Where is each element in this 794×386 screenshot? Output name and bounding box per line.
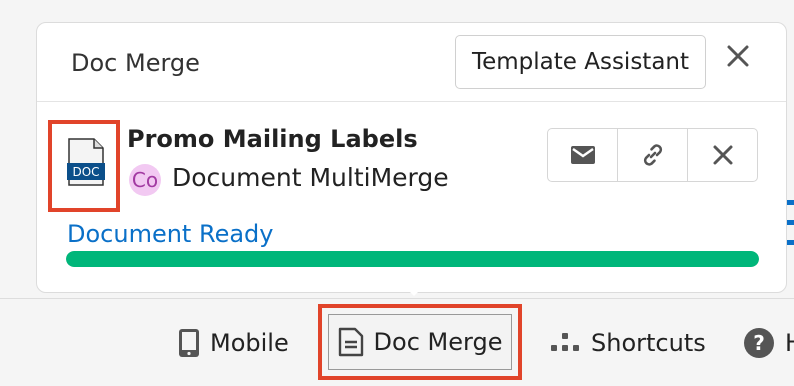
close-icon[interactable] — [725, 43, 751, 69]
footer-bar: Mobile Doc Merge Shortcuts ? — [0, 298, 794, 386]
doc-file-icon-highlight[interactable]: DOC — [48, 120, 120, 212]
footer-mobile-label: Mobile — [210, 329, 289, 357]
link-icon[interactable] — [618, 129, 688, 181]
file-badge: DOC — [72, 165, 99, 179]
svg-text:?: ? — [753, 331, 765, 355]
shortcuts-icon — [549, 331, 581, 355]
edge-fragment — [787, 200, 794, 245]
doc-merge-panel: Doc Merge Template Assistant DOC Promo M… — [36, 22, 787, 293]
footer-docmerge-highlight[interactable]: Doc Merge — [318, 304, 522, 380]
email-icon[interactable] — [548, 129, 618, 181]
remove-icon[interactable] — [688, 129, 757, 181]
footer-help-label: H — [785, 329, 794, 357]
footer-docmerge-button[interactable]: Doc Merge — [328, 314, 512, 370]
help-icon: ? — [743, 327, 775, 359]
template-assistant-button[interactable]: Template Assistant — [455, 35, 706, 89]
popover-caret — [400, 282, 428, 296]
screen: Doc Merge Template Assistant DOC Promo M… — [0, 0, 794, 386]
footer-shortcuts-button[interactable]: Shortcuts — [549, 323, 706, 363]
job-subtitle: Document MultiMerge — [172, 163, 449, 192]
footer-mobile-button[interactable]: Mobile — [178, 323, 289, 363]
progress-bar — [66, 251, 759, 267]
mobile-icon — [178, 328, 200, 358]
panel-title: Doc Merge — [71, 49, 200, 77]
avatar: Co — [129, 164, 161, 196]
job-title: Promo Mailing Labels — [127, 125, 418, 153]
job-actions — [547, 128, 758, 182]
status-text: Document Ready — [67, 220, 274, 248]
doc-file-icon: DOC — [67, 138, 105, 186]
footer-shortcuts-label: Shortcuts — [591, 329, 706, 357]
divider — [37, 101, 786, 102]
footer-help-button[interactable]: ? H — [743, 323, 794, 363]
footer-docmerge-label: Doc Merge — [373, 328, 503, 356]
progress-fill — [66, 251, 759, 267]
document-icon — [338, 327, 364, 357]
